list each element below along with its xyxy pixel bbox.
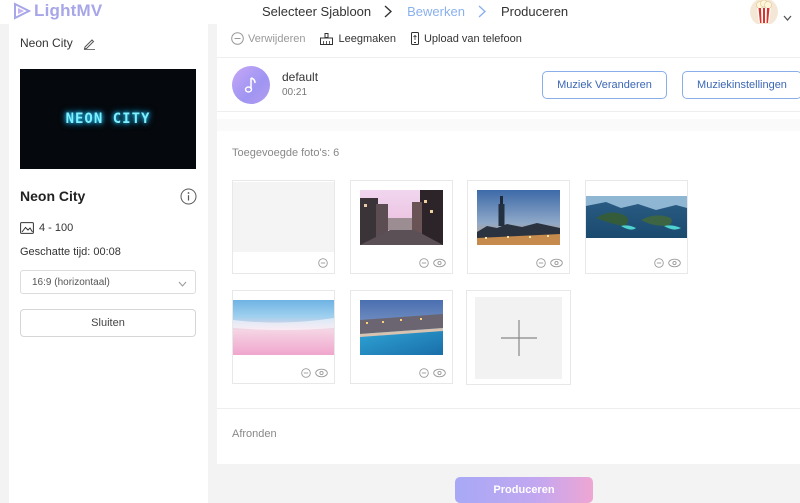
music-settings-button[interactable]: Muziekinstellingen <box>682 71 800 99</box>
top-header: LightMV Selecteer Sjabloon Bewerken Prod… <box>0 0 800 26</box>
broom-icon <box>320 32 334 45</box>
eye-icon[interactable] <box>433 258 446 268</box>
photo-thumb-area <box>233 291 334 363</box>
plus-icon <box>500 320 537 356</box>
template-panel: Neon City NEON CITY Neon City 4 - 100 Ge… <box>9 24 208 503</box>
music-disc[interactable] <box>232 66 270 104</box>
photo-placeholder <box>233 182 334 252</box>
upload-label: Upload van telefoon <box>423 32 522 45</box>
clear-button[interactable]: Leegmaken <box>319 32 396 45</box>
minus-circle-icon <box>231 32 244 45</box>
pool-photo <box>360 299 443 355</box>
photo-range: 4 - 100 <box>39 222 74 234</box>
estimated-time: Geschatte tijd: 00:08 <box>20 246 121 258</box>
pencil-icon[interactable] <box>83 37 96 50</box>
info-icon[interactable] <box>180 188 197 210</box>
template-name-row: Neon City <box>20 36 96 50</box>
photo-thumb-area <box>468 181 569 253</box>
eye-icon[interactable] <box>668 258 681 268</box>
chevron-down-icon <box>178 279 187 290</box>
aspect-ratio-select[interactable]: 16:9 (horizontaal) <box>20 270 196 294</box>
music-note-icon <box>244 77 256 93</box>
photo-actions <box>654 258 681 268</box>
photo-slot[interactable] <box>350 180 453 274</box>
eye-icon[interactable] <box>550 258 563 268</box>
remove-icon[interactable] <box>419 368 429 378</box>
close-button[interactable]: Sluiten <box>20 309 196 337</box>
preview-neon-text: NEON CITY <box>65 111 151 127</box>
eye-icon[interactable] <box>315 368 328 378</box>
aspect-ratio-value: 16:9 (horizontaal) <box>32 276 110 288</box>
change-music-button[interactable]: Muziek Veranderen <box>542 71 667 99</box>
divider <box>217 408 800 409</box>
photo-thumb-area <box>351 291 452 363</box>
islands-photo <box>586 196 687 238</box>
added-photos-label: Toegevoegde foto's: 6 <box>232 147 340 159</box>
logo-text: LightMV <box>34 1 103 20</box>
photo-actions <box>419 258 446 268</box>
photo-actions <box>419 368 446 378</box>
photo-thumb-area <box>586 181 687 253</box>
remove-icon[interactable] <box>318 258 328 268</box>
popcorn-icon <box>756 0 772 23</box>
chevron-right-icon <box>384 5 394 19</box>
photo-thumb-area <box>233 181 334 253</box>
remove-icon[interactable] <box>654 258 664 268</box>
section-separator <box>217 119 800 131</box>
photo-count-row: 4 - 100 <box>20 222 73 234</box>
template-name: Neon City <box>20 36 73 50</box>
photo-toolbar: Verwijderen Leegmaken Upload van telefoo… <box>231 32 536 45</box>
photo-slot[interactable] <box>232 180 335 274</box>
template-title: Neon City <box>20 188 86 204</box>
produce-button[interactable]: Produceren <box>455 477 593 503</box>
logo[interactable]: LightMV <box>13 1 102 21</box>
photo-slot[interactable] <box>232 290 335 384</box>
remove-icon[interactable] <box>536 258 546 268</box>
step-edit[interactable]: Bewerken <box>407 4 465 19</box>
step-nav: Selecteer Sjabloon Bewerken Produceren <box>262 4 568 19</box>
add-photo-button[interactable] <box>466 290 571 385</box>
image-icon <box>20 222 34 234</box>
photo-thumb-area <box>351 181 452 253</box>
delete-button[interactable]: Verwijderen <box>231 32 305 45</box>
divider <box>217 111 800 112</box>
eye-icon[interactable] <box>433 368 446 378</box>
photo-actions <box>318 258 328 268</box>
avatar[interactable] <box>750 0 778 26</box>
photo-slot[interactable] <box>585 180 688 274</box>
beach-photo <box>233 299 334 355</box>
photo-slot[interactable] <box>467 180 570 274</box>
finish-label: Afronden <box>232 428 277 440</box>
phone-icon <box>410 32 419 45</box>
editor-main: Verwijderen Leegmaken Upload van telefoo… <box>217 24 800 464</box>
music-name: default <box>282 70 319 84</box>
music-duration: 00:21 <box>282 87 308 98</box>
chevron-right-icon <box>478 5 488 19</box>
city-street-photo <box>360 189 443 245</box>
divider <box>217 57 800 58</box>
delete-label: Verwijderen <box>248 32 306 45</box>
photo-slot[interactable] <box>350 290 453 384</box>
step-produce[interactable]: Produceren <box>501 4 568 19</box>
photo-actions <box>301 368 328 378</box>
photo-actions <box>536 258 563 268</box>
remove-icon[interactable] <box>419 258 429 268</box>
logo-icon <box>14 2 31 20</box>
clear-label: Leegmaken <box>338 32 396 45</box>
upload-from-phone-button[interactable]: Upload van telefoon <box>410 32 522 45</box>
step-select-template[interactable]: Selecteer Sjabloon <box>262 4 371 19</box>
add-photo-area <box>475 297 562 379</box>
skyline-photo <box>477 189 560 245</box>
template-preview[interactable]: NEON CITY <box>20 69 196 169</box>
remove-icon[interactable] <box>301 368 311 378</box>
